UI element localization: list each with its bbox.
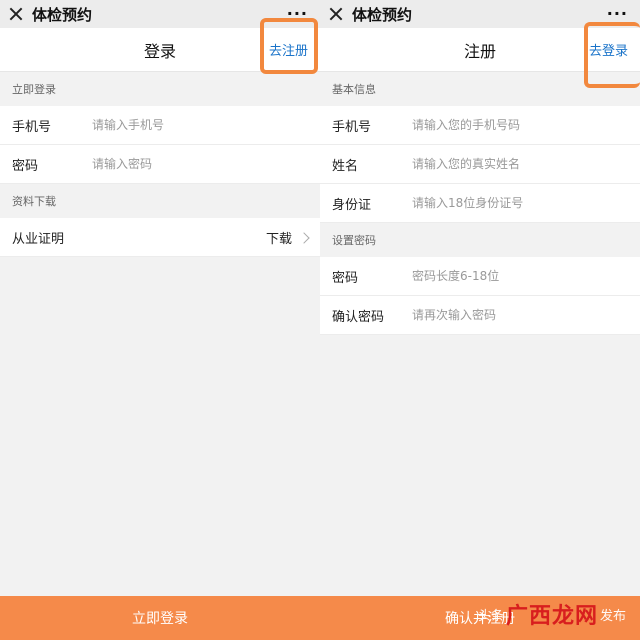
highlight-annotation-login [584,22,640,88]
name-label: 姓名 [332,158,359,174]
chevron-right-icon [298,231,310,244]
name-row: 姓名 [320,145,640,184]
app-title: 体检预约 [32,5,93,24]
page-title: 注册 [463,41,496,61]
download-label: 下载 [265,232,292,247]
phone-input[interactable] [92,118,320,132]
watermark: 头条 广西龙网 发布 [478,598,626,630]
reg-password-label: 密码 [332,270,359,286]
page-title: 登录 [143,41,176,61]
section-header-login: 立即登录 [0,72,320,106]
confirm-password-label: 确认密码 [332,309,385,325]
certificate-row[interactable]: 从业证明 下载 [0,218,320,257]
more-icon[interactable]: ··· [607,4,628,23]
password-label: 密码 [12,158,39,174]
reg-phone-label: 手机号 [332,119,372,135]
register-panel: 体检预约 ··· 注册 去登录 基本信息 手机号 姓名 身份证 设置密码 密码 … [320,0,640,640]
reg-phone-input[interactable] [412,118,640,132]
id-row: 身份证 [320,184,640,223]
close-icon[interactable] [328,6,344,22]
section-header-download: 资料下载 [0,184,320,218]
reg-phone-row: 手机号 [320,106,640,145]
section-header-password: 设置密码 [320,223,640,257]
password-row: 密码 [0,145,320,184]
phone-row: 手机号 [0,106,320,145]
password-input[interactable] [92,157,320,171]
confirm-password-input[interactable] [412,308,640,322]
name-input[interactable] [412,157,640,171]
close-icon[interactable] [8,6,24,22]
watermark-logo-text: 广西龙网 [505,604,598,629]
login-submit-button[interactable]: 立即登录 [0,596,320,640]
reg-password-input[interactable] [412,269,640,283]
watermark-prefix: 头条 [477,608,504,624]
phone-label: 手机号 [12,119,52,135]
download-button[interactable]: 下载 [265,218,310,257]
id-label: 身份证 [332,197,372,213]
highlight-annotation-register [260,18,318,74]
login-panel: 体检预约 ··· 登录 去注册 立即登录 手机号 密码 资料下载 从业证明 下载… [0,0,320,640]
certificate-label: 从业证明 [12,231,65,247]
id-input[interactable] [412,196,640,210]
watermark-suffix: 发布 [599,608,626,624]
confirm-password-row: 确认密码 [320,296,640,335]
reg-password-row: 密码 [320,257,640,296]
app-title: 体检预约 [352,5,413,24]
